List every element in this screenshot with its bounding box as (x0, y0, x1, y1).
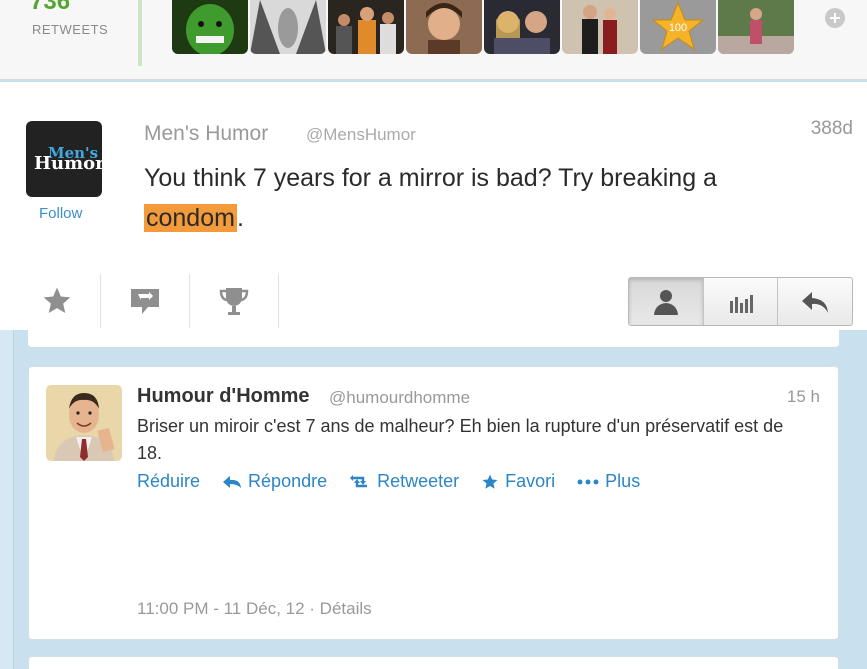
view-toggle-group (628, 277, 853, 326)
retweet-label: Retweeter (377, 471, 460, 491)
star-icon (482, 474, 498, 489)
collapse-link[interactable]: Réduire (137, 471, 200, 492)
more-dots-icon (577, 479, 599, 484)
retweet-link[interactable]: Retweeter (349, 471, 459, 492)
featured-tweet: Men's Humor Follow Men's Humor @MensHumo… (0, 82, 867, 330)
reply-label: Répondre (248, 471, 328, 491)
stats-view-button[interactable] (704, 278, 779, 325)
smiling-guy-avatar[interactable] (406, 0, 482, 54)
next-tweet-stub (28, 656, 839, 669)
person-icon (653, 289, 678, 315)
left-rail (0, 330, 14, 669)
retweet-action[interactable] (100, 273, 190, 329)
plus-icon[interactable] (824, 7, 846, 29)
mens-humor-logo[interactable]: Men's Humor (26, 121, 105, 197)
retweets-card: 736 RETWEETS 100 (0, 0, 867, 80)
trophy-action[interactable] (189, 273, 279, 329)
group-photo-avatar[interactable] (328, 0, 404, 54)
retweet-count: 736 (30, 0, 71, 15)
person-outdoor-avatar[interactable] (718, 0, 794, 54)
reply-link[interactable]: Répondre (222, 471, 327, 492)
tweet-text-end: . (236, 204, 244, 232)
tweet-text: You think 7 years for a mirror is bad? T… (144, 158, 784, 238)
divider (138, 0, 142, 66)
tweet-card[interactable]: Humour d'Homme @humourdhomme 15 h Briser… (28, 366, 839, 640)
couple-selfie-avatar[interactable] (484, 0, 560, 54)
collapse-label: Réduire (137, 471, 201, 491)
highlighted-word: condom (144, 204, 237, 232)
humour-dhomme-avatar[interactable] (46, 385, 122, 461)
tweet-age: 388d (810, 118, 853, 139)
author-name[interactable]: Humour d'Homme (137, 385, 310, 408)
previous-tweet-stub (28, 330, 839, 348)
author-handle[interactable]: @MensHumor (306, 125, 416, 145)
reply-button[interactable] (778, 278, 852, 325)
more-label: Plus (605, 471, 641, 491)
divider (0, 79, 867, 80)
tweet-meta[interactable]: 11:00 PM - 11 Déc, 12 · Détails (137, 599, 372, 619)
favorite-action[interactable] (12, 273, 102, 329)
reply-icon (223, 475, 242, 488)
divider (278, 274, 279, 328)
star-icon (43, 287, 71, 313)
tweet-time[interactable]: 15 h (787, 387, 820, 407)
reply-arrow-icon (802, 291, 829, 313)
couple-portrait-avatar[interactable] (562, 0, 638, 54)
tweet-text: Briser un miroir c'est 7 ans de malheur?… (137, 416, 784, 463)
profile-view-button[interactable] (629, 278, 704, 325)
retweeter-avatars: 100 (172, 0, 794, 54)
author-name[interactable]: Men's Humor (144, 122, 268, 146)
author-handle[interactable]: @humourdhomme (329, 388, 470, 408)
follow-link[interactable]: Follow (39, 205, 82, 222)
retweet-bubble-icon (131, 289, 159, 314)
face-closeup-avatar[interactable] (250, 0, 326, 54)
retweet-icon (350, 474, 368, 487)
star-badge-text: 100 (669, 22, 687, 34)
bar-chart-icon (729, 294, 753, 313)
hulk-avatar[interactable] (172, 0, 248, 54)
favorite-label: Favori (505, 471, 556, 491)
tweet-actions: Réduire Répondre Retweeter Favori Plus (137, 471, 640, 492)
more-link[interactable]: Plus (577, 471, 640, 492)
favorite-link[interactable]: Favori (481, 471, 555, 492)
star-100-avatar[interactable]: 100 (640, 0, 716, 54)
retweet-label: RETWEETS (32, 22, 109, 37)
logo-line2: Humor (34, 153, 105, 174)
tweet-text-start: You think 7 years for a mirror is bad? T… (144, 164, 717, 192)
trophy-icon (219, 288, 249, 315)
